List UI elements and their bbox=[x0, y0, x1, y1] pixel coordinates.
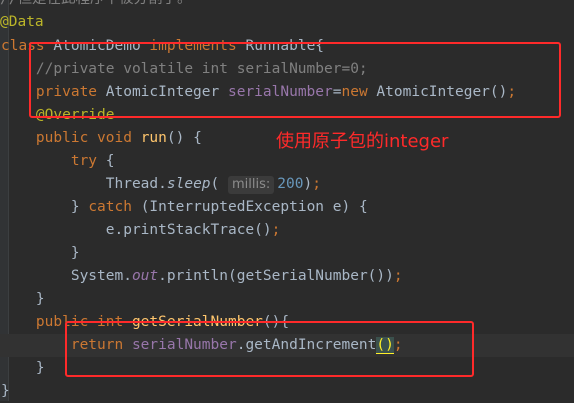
code-token: //但是在此程序中被分割了。 bbox=[0, 0, 191, 7]
code-token: ; bbox=[312, 176, 321, 192]
code-token: () { bbox=[166, 130, 202, 146]
code-token: catch bbox=[88, 199, 132, 215]
annotation-box-return bbox=[65, 321, 474, 377]
code-line[interactable]: e.printStackTrace(); bbox=[1, 219, 281, 242]
code-line[interactable]: //但是在此程序中被分割了。 bbox=[0, 0, 191, 11]
code-token: @Data bbox=[0, 14, 44, 30]
code-line[interactable]: } bbox=[1, 357, 45, 380]
code-token: ) bbox=[303, 176, 313, 192]
code-line[interactable]: } bbox=[1, 242, 80, 265]
annotation-note: 使用原子包的integer bbox=[276, 131, 449, 152]
code-token: } bbox=[1, 291, 45, 307]
code-token: ( bbox=[210, 176, 228, 192]
annotation-box-field bbox=[29, 42, 561, 118]
code-token: sleep bbox=[166, 176, 211, 192]
code-token: } bbox=[1, 383, 10, 399]
code-token: System. bbox=[1, 268, 132, 284]
code-token: } bbox=[1, 245, 80, 261]
code-token: ; bbox=[393, 268, 403, 284]
param-hint: millis: bbox=[228, 176, 275, 194]
code-line[interactable]: } bbox=[1, 380, 10, 403]
code-line[interactable]: System.out.println(getSerialNumber()); bbox=[1, 265, 403, 288]
code-token: e.printStackTrace() bbox=[1, 222, 272, 238]
code-line[interactable]: @Data bbox=[0, 11, 44, 34]
code-line[interactable]: try { bbox=[1, 150, 115, 173]
code-token: .println(getSerialNumber()) bbox=[158, 268, 394, 284]
code-token: out bbox=[131, 268, 159, 284]
code-token: run bbox=[140, 130, 167, 146]
code-line[interactable]: Thread.sleep( millis: 200); bbox=[1, 173, 321, 196]
code-token: public void bbox=[1, 130, 132, 146]
code-token: (InterruptedException e) { bbox=[131, 199, 368, 215]
code-token: ; bbox=[271, 222, 281, 238]
code-token: } bbox=[1, 360, 45, 376]
code-token: Thread. bbox=[1, 176, 167, 192]
code-line[interactable]: } catch (InterruptedException e) { bbox=[1, 196, 368, 219]
code-token: 200 bbox=[277, 176, 304, 192]
code-line[interactable]: } bbox=[1, 288, 45, 311]
code-token: try bbox=[1, 153, 98, 169]
code-line[interactable]: public void run() { bbox=[1, 127, 202, 150]
code-token: { bbox=[97, 153, 115, 169]
code-token: } bbox=[1, 199, 89, 215]
